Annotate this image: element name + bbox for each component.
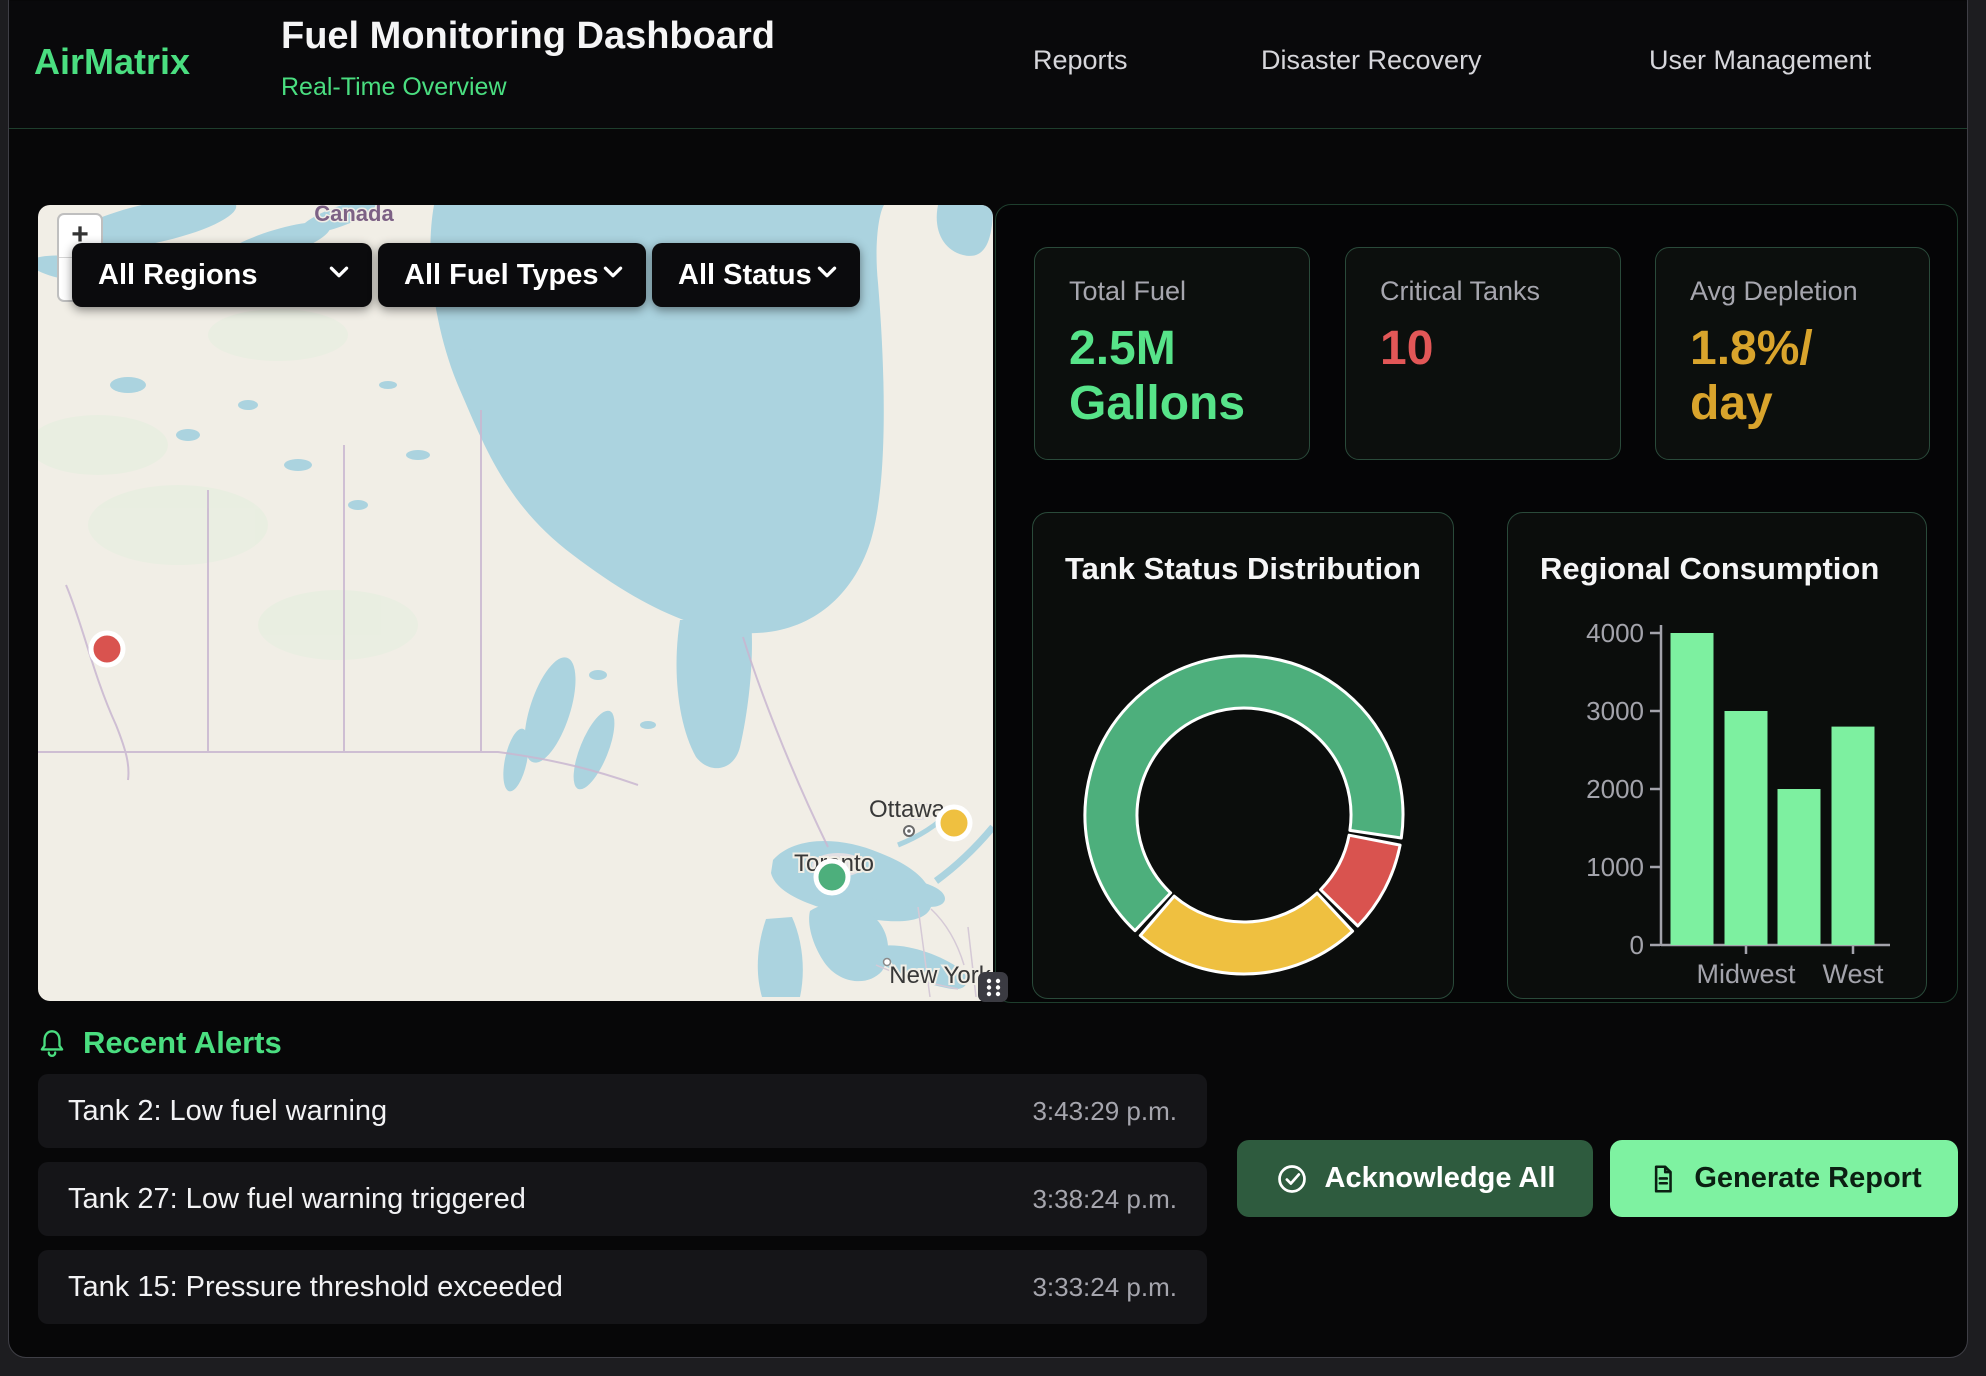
region-filter-dropdown[interactable]: All Regions <box>72 243 372 307</box>
regional-consumption-chart-card: Regional Consumption 01000200030004000Mi… <box>1507 512 1927 999</box>
generate-report-label: Generate Report <box>1694 1162 1921 1195</box>
acknowledge-all-button[interactable]: Acknowledge All <box>1237 1140 1593 1217</box>
svg-text:West: West <box>1822 959 1884 989</box>
region-filter-value: All Regions <box>98 259 258 292</box>
app-window: AirMatrix Fuel Monitoring Dashboard Real… <box>0 0 1986 1376</box>
alert-message: Tank 2: Low fuel warning <box>68 1095 387 1128</box>
tank-marker-normal[interactable] <box>816 861 848 893</box>
tank-status-chart-card: Tank Status Distribution <box>1032 512 1454 999</box>
alert-message: Tank 15: Pressure threshold exceeded <box>68 1271 563 1304</box>
document-icon <box>1646 1163 1678 1195</box>
stat-card-critical-tanks: Critical Tanks 10 <box>1345 247 1621 460</box>
chevron-down-icon <box>328 266 350 284</box>
fuel-type-filter-value: All Fuel Types <box>404 259 598 292</box>
chevron-down-icon <box>816 266 838 284</box>
status-filter-value: All Status <box>678 259 812 292</box>
svg-text:4000: 4000 <box>1586 618 1644 648</box>
svg-text:0: 0 <box>1630 930 1644 960</box>
fuel-type-filter-dropdown[interactable]: All Fuel Types <box>378 243 646 307</box>
city-label-ottawa: Ottawa <box>869 796 946 823</box>
bar-midwest[interactable] <box>1725 711 1768 945</box>
stat-value-total-fuel: 2.5M Gallons <box>1069 321 1309 431</box>
nav-user-management[interactable]: User Management <box>1649 45 1871 76</box>
brand-logo: AirMatrix <box>34 41 190 83</box>
alert-timestamp: 3:43:29 p.m. <box>1032 1096 1177 1127</box>
svg-text:2000: 2000 <box>1586 774 1644 804</box>
page-title: Fuel Monitoring Dashboard <box>281 15 775 58</box>
generate-report-button[interactable]: Generate Report <box>1610 1140 1958 1217</box>
alert-timestamp: 3:38:24 p.m. <box>1032 1184 1177 1215</box>
metrics-panel: Total Fuel 2.5M Gallons Critical Tanks 1… <box>995 204 1958 1003</box>
city-label-new-york: New York <box>889 962 991 989</box>
recent-alerts-header: Recent Alerts <box>36 1025 282 1061</box>
dots-grid-icon <box>978 972 1008 1002</box>
country-label: Canada <box>314 205 394 226</box>
svg-text:Midwest: Midwest <box>1696 959 1796 989</box>
donut-chart[interactable] <box>1033 513 1454 999</box>
tank-marker-critical[interactable] <box>91 633 123 665</box>
map-filter-bar: All Regions All Fuel Types All Status <box>72 243 860 307</box>
chevron-down-icon <box>602 266 624 284</box>
page-subtitle: Real-Time Overview <box>281 73 507 102</box>
bar-west[interactable] <box>1832 727 1875 945</box>
stat-card-total-fuel: Total Fuel 2.5M Gallons <box>1034 247 1310 460</box>
nav-reports[interactable]: Reports <box>1033 45 1128 76</box>
nav-disaster-recovery[interactable]: Disaster Recovery <box>1261 45 1482 76</box>
alert-row-2[interactable]: Tank 27: Low fuel warning triggered 3:38… <box>38 1162 1207 1236</box>
bar-region-3[interactable] <box>1778 789 1821 945</box>
stat-label: Avg Depletion <box>1690 276 1929 307</box>
bell-icon <box>36 1027 68 1059</box>
alert-message: Tank 27: Low fuel warning triggered <box>68 1183 526 1216</box>
map-canvas[interactable]: Canada Ottawa Toronto New York <box>38 205 993 997</box>
alert-timestamp: 3:33:24 p.m. <box>1032 1272 1177 1303</box>
fleet-map[interactable]: Canada Ottawa Toronto New York + − All R… <box>38 205 993 1001</box>
bar-chart[interactable]: 0 1000 2000 3000 4000 Midwest West <box>1508 513 1927 999</box>
donut-segment-warning[interactable] <box>1140 893 1352 974</box>
check-circle-icon <box>1275 1162 1309 1196</box>
recent-alerts-title: Recent Alerts <box>83 1025 282 1061</box>
map-attribution-button[interactable] <box>978 972 1008 1002</box>
svg-text:3000: 3000 <box>1586 696 1644 726</box>
alert-row-1[interactable]: Tank 2: Low fuel warning 3:43:29 p.m. <box>38 1074 1207 1148</box>
stat-card-avg-depletion: Avg Depletion 1.8%/ day <box>1655 247 1930 460</box>
bar-region-1[interactable] <box>1671 633 1714 945</box>
tank-marker-warning[interactable] <box>938 807 970 839</box>
stat-value-critical-tanks: 10 <box>1380 321 1620 376</box>
stat-label: Total Fuel <box>1069 276 1309 307</box>
stat-value-avg-depletion: 1.8%/ day <box>1690 321 1929 431</box>
acknowledge-all-label: Acknowledge All <box>1325 1162 1556 1195</box>
svg-text:1000: 1000 <box>1586 852 1644 882</box>
dashboard-frame: AirMatrix Fuel Monitoring Dashboard Real… <box>8 0 1968 1358</box>
status-filter-dropdown[interactable]: All Status <box>652 243 860 307</box>
stat-label: Critical Tanks <box>1380 276 1620 307</box>
top-bar: AirMatrix Fuel Monitoring Dashboard Real… <box>9 1 1967 129</box>
alert-row-3[interactable]: Tank 15: Pressure threshold exceeded 3:3… <box>38 1250 1207 1324</box>
